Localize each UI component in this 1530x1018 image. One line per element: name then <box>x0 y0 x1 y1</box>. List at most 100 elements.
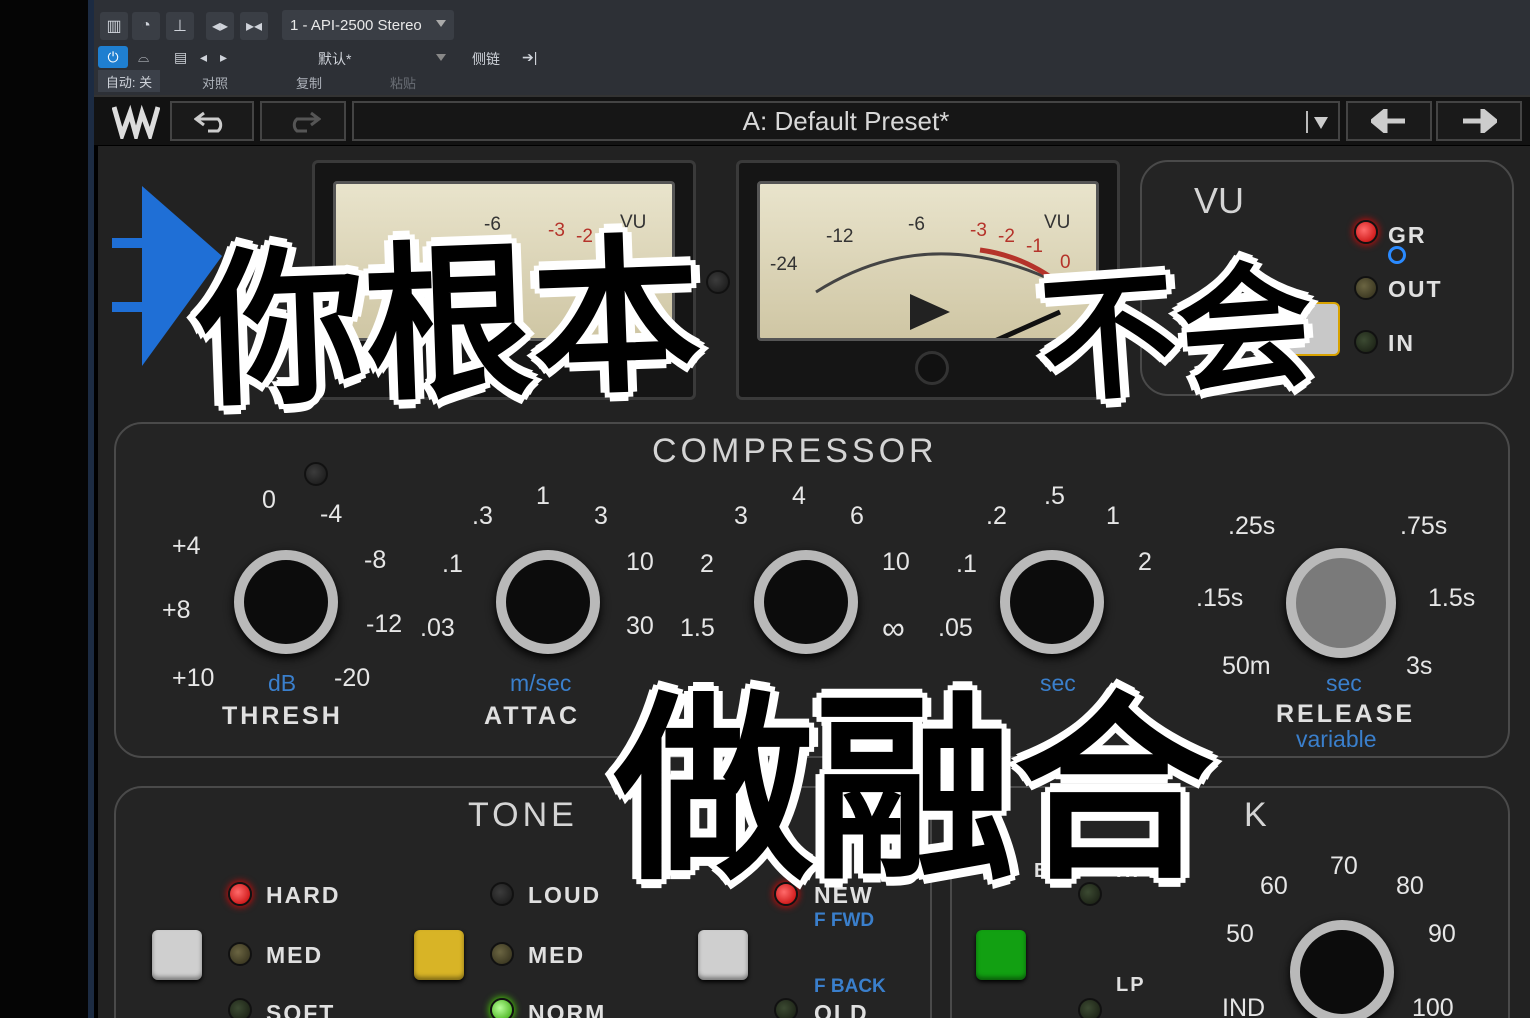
release-scale: .15s <box>1196 584 1244 612</box>
thresh-knob[interactable] <box>234 550 338 654</box>
thresh-label: THRESH <box>222 702 343 730</box>
dial-icon[interactable]: ◔ <box>132 12 160 40</box>
page-icon[interactable]: ▤ <box>174 49 187 66</box>
attack-scale: .03 <box>420 614 455 642</box>
ratio-scale: 4 <box>792 482 806 510</box>
hard-led[interactable] <box>228 882 252 906</box>
link-title: K <box>1244 796 1271 834</box>
tone-old-sub: F BACK <box>814 976 886 997</box>
automation-button[interactable]: 自动: 关 <box>98 70 160 92</box>
thresh-scale: -12 <box>366 610 403 638</box>
bypass-icon[interactable]: ⌓ <box>138 49 149 66</box>
attack-knob[interactable] <box>496 550 600 654</box>
left-desktop-strip <box>0 0 92 1018</box>
preset-divider <box>1306 111 1308 133</box>
out-led[interactable] <box>1354 276 1378 300</box>
link-scale: 100 <box>1412 994 1454 1018</box>
paste-button[interactable]: 粘贴 <box>390 73 416 92</box>
redo-button[interactable] <box>260 101 346 141</box>
chevron-down-icon <box>436 20 446 27</box>
tone-norm[interactable]: NORM <box>528 1000 606 1018</box>
compressor-led <box>304 462 328 486</box>
vu-option-out[interactable]: OUT <box>1388 276 1443 303</box>
old-led[interactable] <box>774 998 798 1018</box>
link-knob[interactable] <box>1290 920 1394 1018</box>
prev-preset-button[interactable] <box>1346 101 1432 141</box>
vu-panel-title: VU <box>1194 180 1245 221</box>
caption-line-3: 做融合 <box>614 675 1215 908</box>
tone-med[interactable]: MED <box>266 942 323 969</box>
knee-select-button[interactable] <box>152 930 202 980</box>
host-preset-name[interactable]: 默认* <box>318 49 351 69</box>
thresh-unit: dB <box>268 670 297 696</box>
med-led[interactable] <box>228 942 252 966</box>
attack-scale: .1 <box>442 550 463 578</box>
release-scale: 3s <box>1406 652 1433 680</box>
caption-line-2: 不会 <box>1035 246 1319 424</box>
vu-option-gr[interactable]: GR <box>1388 222 1427 249</box>
vu-option-in[interactable]: IN <box>1388 330 1415 357</box>
rack-icon[interactable]: ▥ <box>100 12 128 40</box>
release-scale: 1.5s <box>1428 584 1476 612</box>
thrust-select-button[interactable] <box>414 930 464 980</box>
copy-button[interactable]: 复制 <box>296 73 322 92</box>
prev-preset-icon[interactable]: ◂ <box>200 49 207 66</box>
release-label: RELEASE <box>1276 700 1416 728</box>
tone-title: TONE <box>468 796 578 834</box>
link-scale: IND <box>1222 994 1266 1018</box>
thresh-scale: 0 <box>262 486 276 514</box>
next-preset-button[interactable] <box>1436 101 1522 141</box>
release-scale: .75s <box>1400 512 1448 540</box>
insert-selector[interactable]: 1 - API-2500 Stereo <box>282 10 454 40</box>
gr-led[interactable] <box>1354 220 1378 244</box>
norm-led[interactable] <box>490 998 514 1018</box>
routing-icon[interactable]: ⊥ <box>166 12 194 40</box>
meter-scale-label: -12 <box>826 226 854 247</box>
release-scale: 50m <box>1222 652 1271 680</box>
filter-select-button[interactable] <box>976 930 1026 980</box>
tone-hard[interactable]: HARD <box>266 882 340 909</box>
release-knob[interactable] <box>1286 548 1396 658</box>
thresh-scale: +8 <box>162 596 191 624</box>
insert-name: 1 - API-2500 Stereo <box>290 16 422 34</box>
tone-old[interactable]: OLD <box>814 1000 869 1018</box>
waves-logo-icon <box>100 101 172 141</box>
attack-label: ATTAC <box>484 702 580 730</box>
filter-lp[interactable]: LP <box>1116 974 1146 997</box>
sidechain-label[interactable]: 侧链 <box>472 49 500 69</box>
compare-button[interactable]: 对照 <box>202 73 228 92</box>
tone-med-2[interactable]: MED <box>528 942 585 969</box>
link-scale: 70 <box>1330 852 1358 880</box>
next-preset-icon[interactable]: ▸ <box>220 49 227 66</box>
chevron-down-icon[interactable] <box>436 54 446 61</box>
tone-soft[interactable]: SOFT <box>266 1000 335 1018</box>
tone-loud[interactable]: LOUD <box>528 882 601 909</box>
chevron-down-icon[interactable] <box>1314 117 1328 129</box>
attack-scale: 1 <box>536 482 550 510</box>
power-button[interactable]: ⏻ <box>98 46 128 68</box>
meter-scale-label: -6 <box>908 214 925 235</box>
sidechain-input-icon[interactable]: ➔| <box>522 49 537 66</box>
undo-button[interactable] <box>170 101 254 141</box>
channel-right-icon[interactable]: ▸◂ <box>240 12 268 40</box>
med2-led[interactable] <box>490 942 514 966</box>
meter-zero-screw[interactable] <box>915 351 949 385</box>
ratio-scale: 10 <box>882 548 910 576</box>
channel-left-icon[interactable]: ◂▸ <box>206 12 234 40</box>
link-scale: 80 <box>1396 872 1424 900</box>
ratio-scale: 3 <box>734 502 748 530</box>
in-led[interactable] <box>1354 330 1378 354</box>
preset-selector[interactable]: A: Default Preset* <box>352 101 1340 141</box>
ratio-scale: 2 <box>700 550 714 578</box>
soft-led[interactable] <box>228 998 252 1018</box>
type-select-button[interactable] <box>698 930 748 980</box>
link-scale: 50 <box>1226 920 1254 948</box>
window-edge <box>88 0 94 1018</box>
caption-line-1: 你根本 <box>193 217 704 431</box>
lp-led[interactable] <box>1078 998 1102 1018</box>
attack-scale: 3 <box>594 502 608 530</box>
meter-scale-label: -24 <box>770 254 798 275</box>
thresh-scale: -8 <box>364 546 387 574</box>
loud-led[interactable] <box>490 882 514 906</box>
link-scale: 90 <box>1428 920 1456 948</box>
